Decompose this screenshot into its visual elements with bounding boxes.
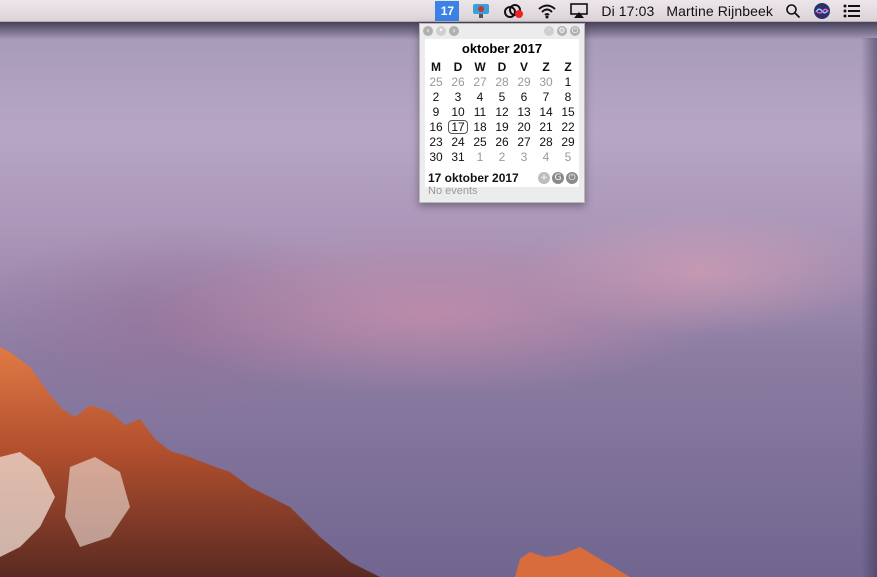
day-cell[interactable]: 26: [491, 135, 513, 150]
day-cell[interactable]: 27: [469, 75, 491, 90]
day-cell[interactable]: 11: [469, 105, 491, 120]
power-icon[interactable]: ⏻: [570, 26, 580, 36]
day-cell[interactable]: 1: [469, 150, 491, 165]
mountain-wallpaper-art: [0, 347, 630, 577]
weekday-header: V: [519, 60, 528, 74]
day-cell[interactable]: 13: [513, 105, 535, 120]
day-cell[interactable]: 22: [557, 120, 579, 135]
calendar-badge-icon[interactable]: 17: [435, 0, 460, 21]
day-cell[interactable]: 24: [447, 135, 469, 150]
day-cell[interactable]: 21: [535, 120, 557, 135]
events-actions: + G ⏻: [536, 172, 578, 184]
day-cell[interactable]: 15: [557, 105, 579, 120]
power-icon[interactable]: ⏻: [566, 172, 578, 184]
weekday-header: D: [497, 60, 507, 74]
day-cell[interactable]: 8: [557, 90, 579, 105]
screen-recorder-icon[interactable]: [471, 0, 491, 22]
day-cell[interactable]: 30: [535, 75, 557, 90]
calendar-popover: ‹ • › · ⚙ ⏻ oktober 2017 M D W D V Z Z 2…: [419, 23, 585, 203]
month-calendar: oktober 2017 M D W D V Z Z 25 26 27 28 2…: [425, 39, 579, 187]
selected-date-label: 17 oktober 2017: [428, 171, 519, 185]
day-cell[interactable]: 12: [491, 105, 513, 120]
day-cell[interactable]: 10: [447, 105, 469, 120]
day-cell[interactable]: 3: [447, 90, 469, 105]
menu-user-name[interactable]: Martine Rijnbeek: [666, 0, 773, 22]
day-cell[interactable]: 20: [513, 120, 535, 135]
month-title: oktober 2017: [461, 41, 543, 56]
day-cell[interactable]: 5: [491, 90, 513, 105]
day-cell[interactable]: 6: [513, 90, 535, 105]
day-cell-today[interactable]: 17: [447, 120, 469, 135]
date-picker-button[interactable]: ·: [544, 26, 554, 36]
weekday-header: W: [474, 60, 486, 74]
day-cell[interactable]: 31: [447, 150, 469, 165]
settings-icon[interactable]: G: [552, 172, 564, 184]
day-cell[interactable]: 26: [447, 75, 469, 90]
day-cell[interactable]: 4: [469, 90, 491, 105]
weekday-header: D: [453, 60, 463, 74]
day-cell[interactable]: 28: [535, 135, 557, 150]
add-event-button[interactable]: +: [538, 172, 550, 184]
wifi-icon[interactable]: [537, 0, 557, 22]
next-month-button[interactable]: ›: [449, 26, 459, 36]
calendar-grid: M D W D V Z Z 25 26 27 28 29 30 1 2 3 4 …: [425, 60, 579, 165]
airplay-icon[interactable]: [569, 0, 589, 22]
day-cell[interactable]: 4: [535, 150, 557, 165]
no-events-text: No events: [428, 185, 478, 197]
today-label: 17: [448, 120, 468, 134]
day-cell[interactable]: 28: [491, 75, 513, 90]
menu-clock[interactable]: Di 17:03: [601, 0, 654, 22]
day-cell[interactable]: 5: [557, 150, 579, 165]
day-cell[interactable]: 25: [469, 135, 491, 150]
day-cell[interactable]: 2: [425, 90, 447, 105]
popover-toolbar: ‹ • › · ⚙ ⏻: [420, 24, 584, 38]
day-cell[interactable]: 3: [513, 150, 535, 165]
day-cell[interactable]: 18: [469, 120, 491, 135]
day-cell[interactable]: 16: [425, 120, 447, 135]
day-cell[interactable]: 1: [557, 75, 579, 90]
day-cell[interactable]: 29: [513, 75, 535, 90]
weekday-header: Z: [542, 60, 550, 74]
day-cell[interactable]: 30: [425, 150, 447, 165]
previous-month-button[interactable]: ‹: [423, 26, 433, 36]
today-button[interactable]: •: [436, 26, 446, 36]
weekday-header: Z: [564, 60, 572, 74]
preferences-gear-icon[interactable]: ⚙: [557, 26, 567, 36]
day-cell[interactable]: 27: [513, 135, 535, 150]
creative-cloud-icon[interactable]: [503, 0, 525, 22]
day-cell[interactable]: 2: [491, 150, 513, 165]
day-cell[interactable]: 14: [535, 105, 557, 120]
weekday-header: M: [431, 60, 441, 74]
day-cell[interactable]: 9: [425, 105, 447, 120]
day-cell[interactable]: 29: [557, 135, 579, 150]
siri-icon[interactable]: [813, 0, 831, 22]
notification-center-icon[interactable]: [843, 0, 861, 22]
day-cell[interactable]: 25: [425, 75, 447, 90]
day-cell[interactable]: 23: [425, 135, 447, 150]
day-cell[interactable]: 19: [491, 120, 513, 135]
day-cell[interactable]: 7: [535, 90, 557, 105]
menu-bar: 17 Di 17:03 Martine Rijnbeek: [0, 0, 877, 22]
search-icon[interactable]: [785, 0, 801, 22]
events-header: 17 oktober 2017 + G ⏻: [428, 170, 578, 186]
